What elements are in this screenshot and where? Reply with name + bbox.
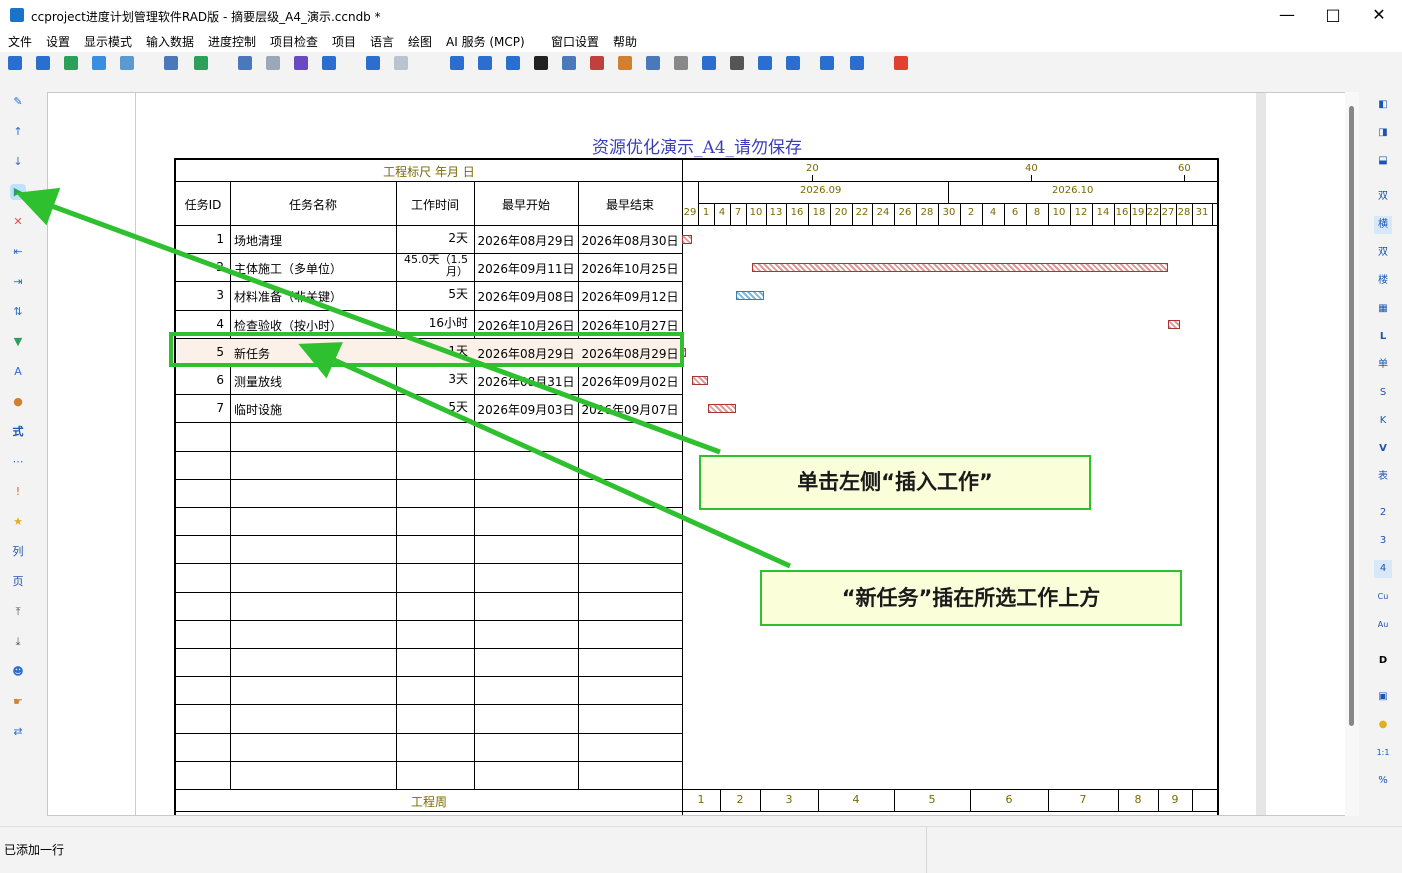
annotation-arrows (15, 187, 792, 569)
arrow-to-new-task (298, 342, 792, 569)
arrow-to-insert-button (15, 187, 721, 455)
selected-row-highlight (169, 332, 684, 367)
